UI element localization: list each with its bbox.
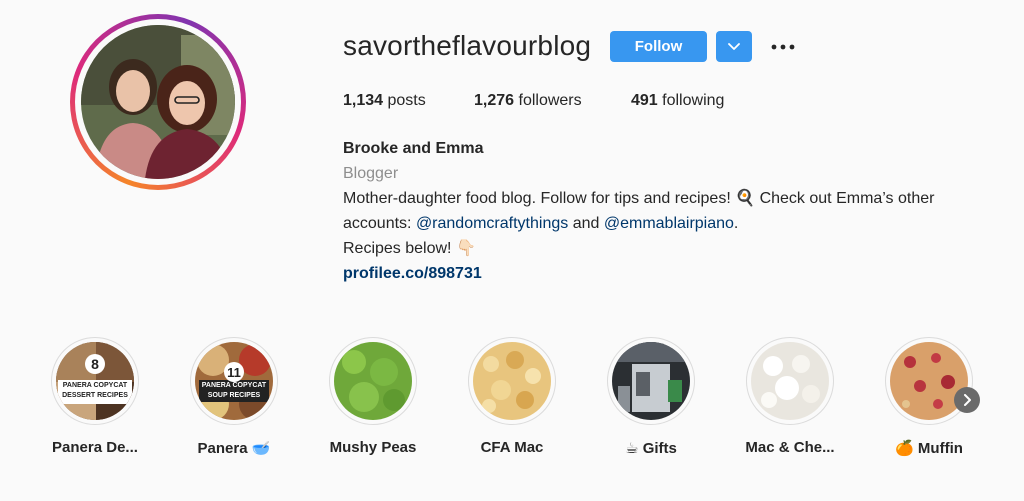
follow-button[interactable]: Follow xyxy=(610,31,707,62)
highlight-badge: 8 xyxy=(91,356,99,372)
highlight-caption: PANERA COPYCAT SOUP RECIPES xyxy=(201,382,267,399)
highlight-item[interactable]: Mushy Peas xyxy=(303,337,443,456)
chevron-down-icon xyxy=(728,42,740,50)
posts-label: posts xyxy=(387,92,426,109)
profile-avatar[interactable] xyxy=(70,14,246,190)
profile-bio: Brooke and Emma Blogger Mother-daughter … xyxy=(343,136,1003,286)
followers-label: followers xyxy=(518,92,582,109)
followers-stat[interactable]: 1,276 followers xyxy=(474,92,631,110)
highlight-label: ☕ Gifts xyxy=(625,440,677,457)
highlight-item[interactable]: Mac & Che... xyxy=(720,337,860,456)
highlight-cover xyxy=(612,342,690,420)
bio-website-link[interactable]: profilee.co/898731 xyxy=(343,261,1003,286)
more-dots-icon xyxy=(771,44,795,50)
story-highlights: 8 PANERA COPYCAT DESSERT RECIPES Panera … xyxy=(0,337,1024,467)
posts-count: 1,134 xyxy=(343,92,384,109)
following-stat[interactable]: 491 following xyxy=(631,92,724,110)
username: savortheflavourblog xyxy=(343,30,592,61)
highlight-cover xyxy=(473,342,551,420)
highlights-next-button[interactable] xyxy=(954,387,980,413)
highlight-item[interactable]: CFA Mac xyxy=(442,337,582,456)
bio-text: and xyxy=(568,215,604,232)
highlight-caption: PANERA COPYCAT DESSERT RECIPES xyxy=(62,382,128,399)
bio-line-2: accounts: @randomcraftythings and @emmab… xyxy=(343,211,1003,236)
bio-text: accounts: xyxy=(343,215,416,232)
highlight-badge: 11 xyxy=(227,365,241,380)
highlight-cover: 11 PANERA COPYCAT SOUP RECIPES xyxy=(195,342,273,420)
highlight-cover xyxy=(751,342,829,420)
avatar-photo xyxy=(81,25,235,179)
more-options-button[interactable] xyxy=(770,34,796,60)
highlight-cover: 8 PANERA COPYCAT DESSERT RECIPES xyxy=(56,342,134,420)
highlight-label: 🍊 Muffin xyxy=(895,440,963,457)
profile-stats: 1,134 posts 1,276 followers 491 followin… xyxy=(343,92,724,110)
bio-category: Blogger xyxy=(343,165,399,182)
bio-text: . xyxy=(733,215,739,232)
mention-link-randomcraftythings[interactable]: @randomcraftythings xyxy=(416,215,568,232)
highlight-label: CFA Mac xyxy=(480,439,544,456)
highlight-item[interactable]: 8 PANERA COPYCAT DESSERT RECIPES Panera … xyxy=(25,337,165,456)
suggestions-dropdown-button[interactable] xyxy=(716,31,752,62)
highlight-item[interactable]: ☕ Gifts xyxy=(581,337,721,457)
highlight-item[interactable]: 11 PANERA COPYCAT SOUP RECIPES Panera 🥣 xyxy=(164,337,304,457)
profile-page: savortheflavourblog Follow 1,134 posts 1… xyxy=(0,0,1024,501)
highlight-label: Mac & Che... xyxy=(745,439,835,456)
bio-line-1: Mother-daughter food blog. Follow for ti… xyxy=(343,190,935,207)
highlight-label: Panera 🥣 xyxy=(197,440,271,457)
bio-name: Brooke and Emma xyxy=(343,140,484,157)
following-count: 491 xyxy=(631,92,658,109)
followers-count: 1,276 xyxy=(474,92,515,109)
highlight-label: Panera De... xyxy=(52,439,138,456)
chevron-right-icon xyxy=(964,394,971,406)
mention-link-emmablairpiano[interactable]: @emmablairpiano xyxy=(604,215,734,232)
following-label: following xyxy=(662,92,725,109)
bio-line-3: Recipes below! 👇🏻 xyxy=(343,240,476,257)
posts-stat: 1,134 posts xyxy=(343,92,474,110)
highlight-cover xyxy=(334,342,412,420)
highlight-label: Mushy Peas xyxy=(329,439,417,456)
